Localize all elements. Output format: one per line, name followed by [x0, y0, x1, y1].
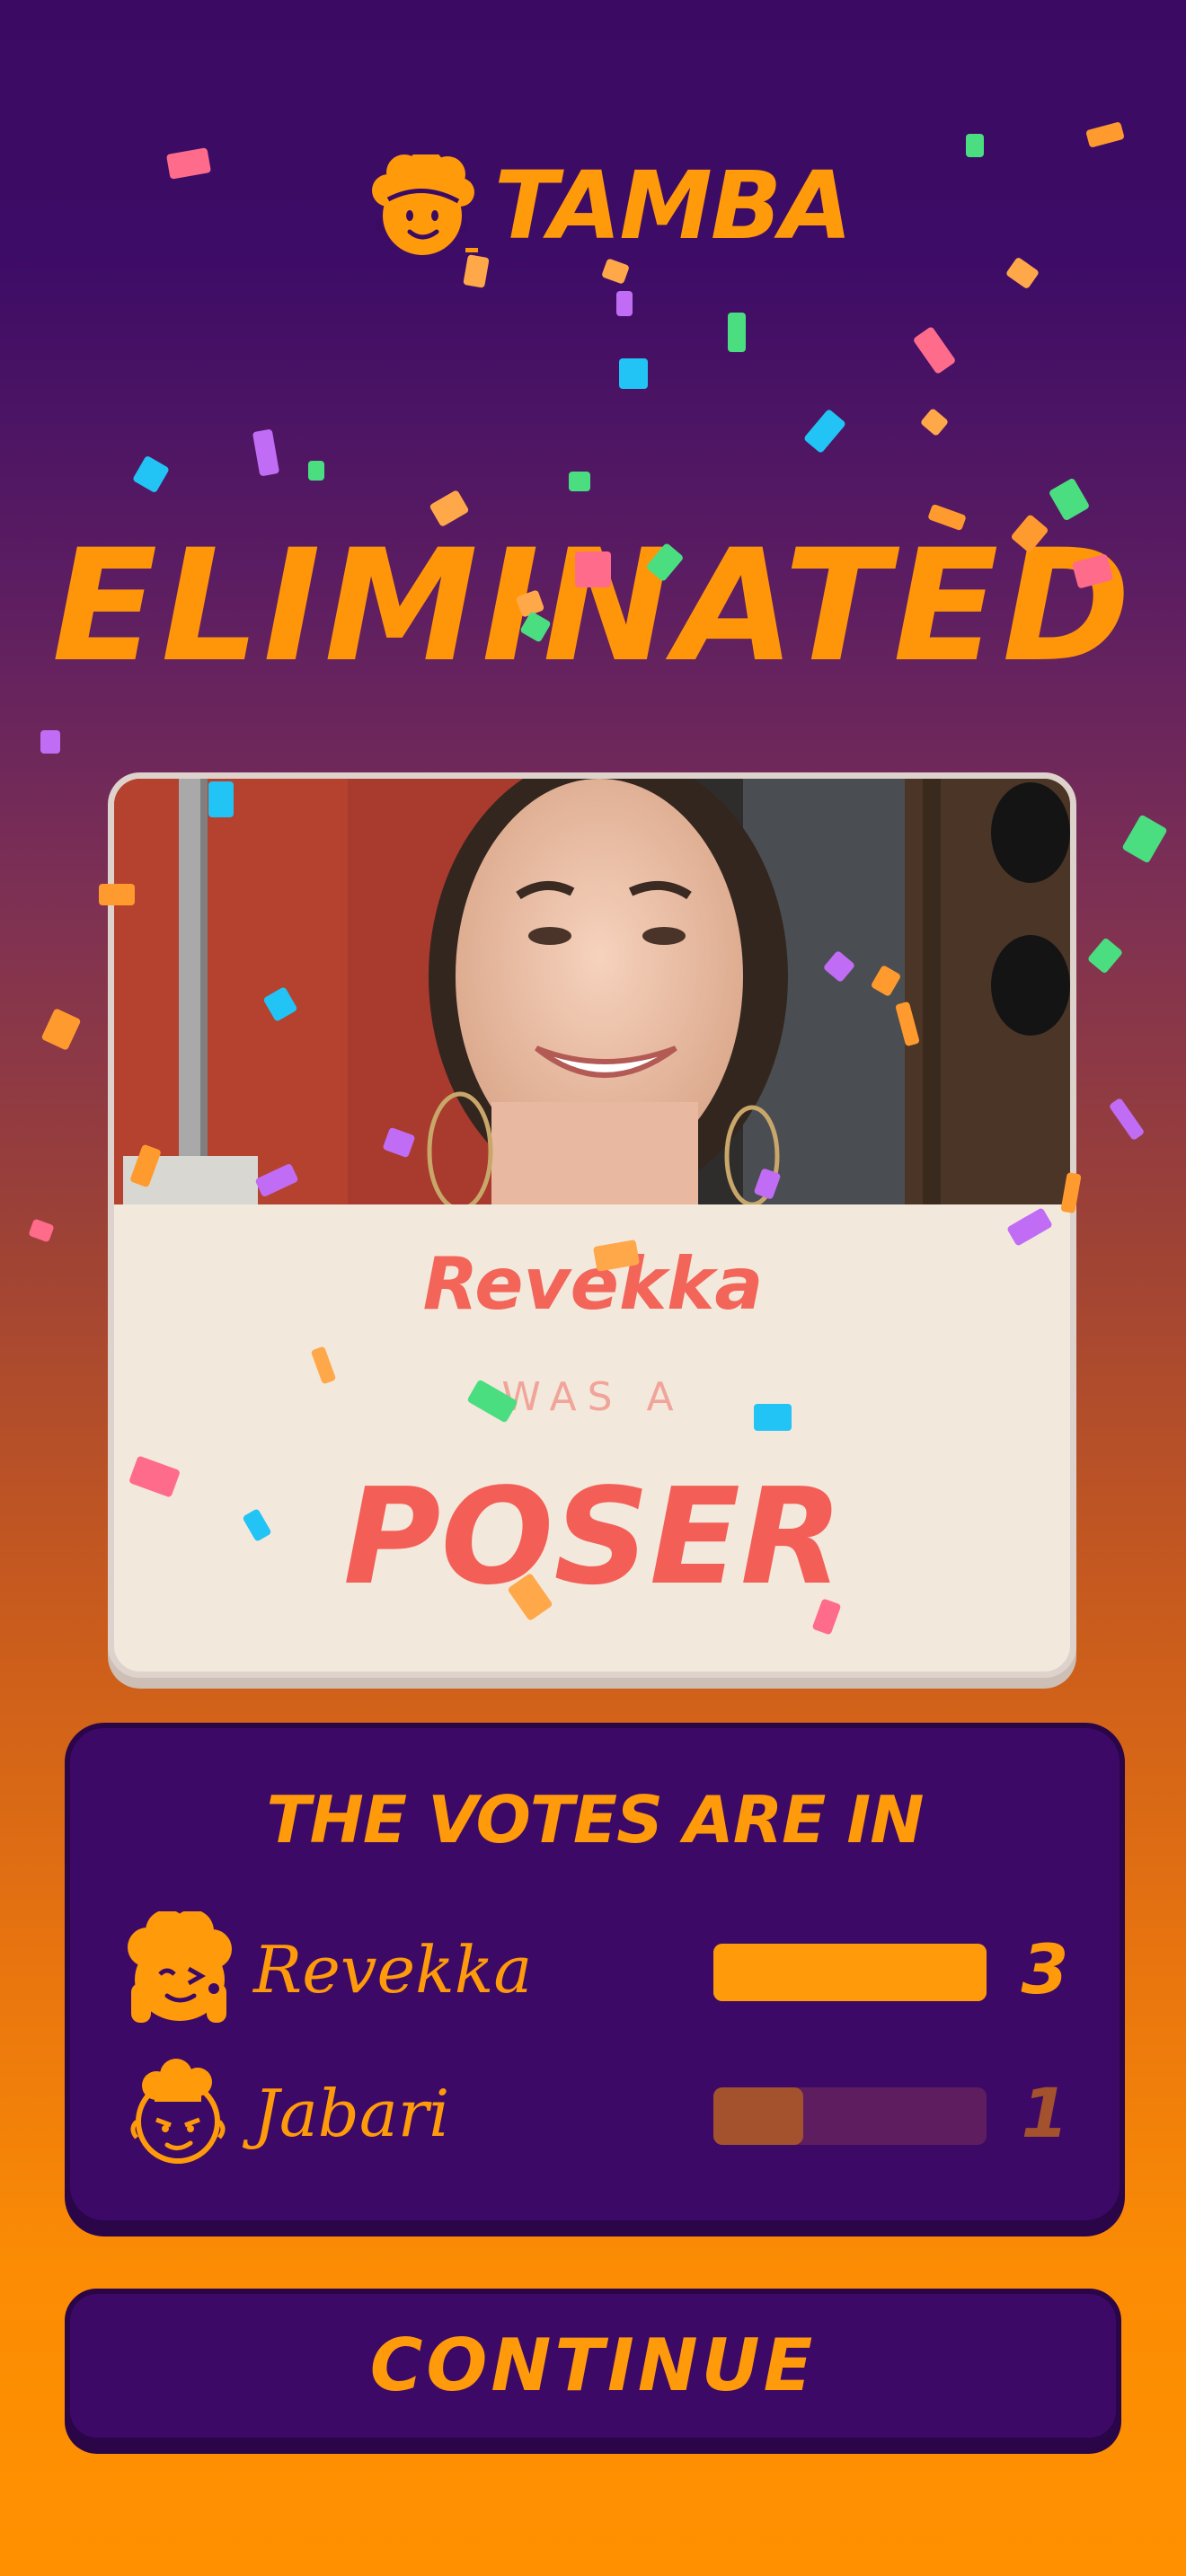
- confetti-piece: [166, 147, 211, 180]
- confetti-piece: [616, 291, 633, 316]
- votes-title: THE VOTES ARE IN: [266, 1782, 925, 1857]
- confetti-piece: [966, 134, 984, 157]
- votes-panel: THE VOTES ARE IN Revekka 3 Jabari 1: [65, 1723, 1125, 2226]
- vote-player-name: Jabari: [253, 2076, 450, 2151]
- vote-count: 3: [1021, 1929, 1069, 2009]
- was-a-label: WAS A: [501, 1374, 685, 1420]
- continue-button[interactable]: CONTINUE: [65, 2289, 1121, 2443]
- jabari-avatar-icon: [130, 2059, 226, 2164]
- confetti-piece: [1085, 122, 1125, 147]
- confetti-piece: [804, 410, 845, 453]
- revekka-avatar-icon: [128, 1911, 232, 2023]
- tamba-logo-icon: [372, 154, 478, 255]
- vote-row: Revekka 3: [70, 1911, 1120, 2037]
- confetti-piece: [728, 313, 746, 352]
- vote-bar: [713, 2087, 987, 2145]
- confetti-piece: [41, 1009, 81, 1050]
- app-title: TAMBA: [494, 151, 853, 260]
- vote-row: Jabari 1: [70, 2055, 1120, 2181]
- confetti-piece: [1088, 939, 1122, 973]
- confetti-piece: [1110, 1098, 1144, 1140]
- eliminated-headline: ELIMINATED: [51, 516, 1135, 696]
- confetti-piece: [40, 730, 60, 754]
- player-role: POSER: [343, 1460, 843, 1614]
- vote-bar-fill: [713, 1944, 987, 2001]
- player-photo-image: [114, 779, 1070, 1204]
- vote-bar: [713, 1944, 987, 2001]
- confetti-piece: [1122, 815, 1167, 863]
- confetti-piece: [252, 429, 279, 476]
- app-logo: TAMBA: [368, 154, 853, 262]
- vote-player-name: Revekka: [253, 1932, 533, 2007]
- vote-bar-fill: [713, 2087, 804, 2145]
- confetti-piece: [133, 456, 169, 492]
- player-photo: [114, 779, 1070, 1204]
- vote-count: 1: [1021, 2073, 1069, 2153]
- confetti-piece: [1006, 258, 1039, 288]
- confetti-piece: [914, 327, 955, 374]
- confetti-piece: [619, 358, 648, 389]
- eliminated-player-name: Revekka: [422, 1242, 764, 1326]
- confetti-piece: [921, 409, 948, 436]
- confetti-piece: [308, 461, 324, 481]
- confetti-piece: [569, 472, 590, 491]
